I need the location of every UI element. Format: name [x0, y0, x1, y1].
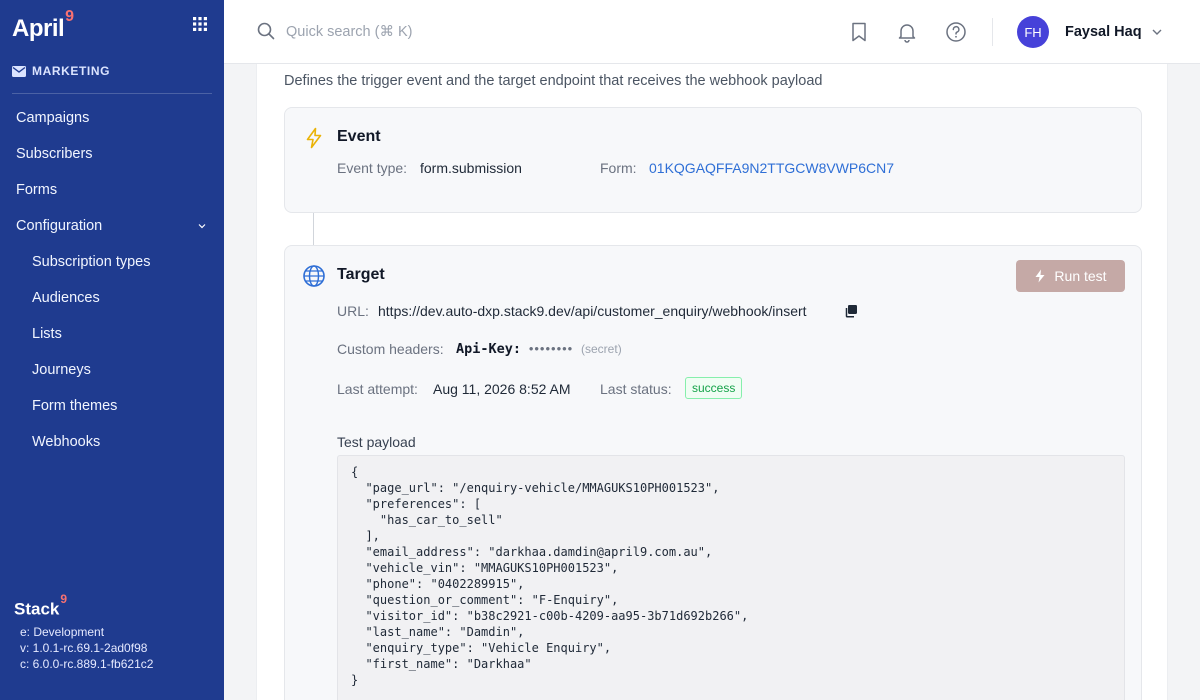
sidebar-item-label: Forms	[16, 182, 58, 198]
event-type-label: Event type:	[337, 160, 408, 176]
sidebar-item-configuration[interactable]: Configuration	[0, 208, 224, 244]
target-title: Target	[337, 266, 385, 283]
url-value: https://dev.auto-dxp.stack9.dev/api/cust…	[378, 303, 807, 319]
quick-search-input[interactable]	[286, 20, 586, 44]
sidebar-item-subscription-types[interactable]: Subscription types	[0, 244, 224, 280]
footer-logo-text: Stack	[14, 599, 60, 619]
top-bar: FH Faysal Haq	[224, 0, 1200, 64]
sidebar-item-label: Audiences	[32, 290, 100, 306]
footer-logo-mark: 9	[60, 592, 68, 606]
topbar-divider	[992, 18, 993, 46]
copy-icon[interactable]	[844, 304, 858, 318]
sidebar-item-campaigns[interactable]: Campaigns	[0, 100, 224, 136]
status-badge: success	[685, 377, 743, 399]
flow-connector	[313, 213, 314, 245]
bell-icon[interactable]	[896, 21, 918, 43]
header-masked-value: ••••••••	[528, 341, 574, 356]
apps-grid-icon[interactable]	[192, 16, 208, 32]
sidebar-item-subscribers[interactable]: Subscribers	[0, 136, 224, 172]
test-payload-code: { "page_url": "/enquiry-vehicle/MMAGUKS1…	[337, 455, 1125, 700]
footer-version: v: 1.0.1-rc.69.1-2ad0f98	[20, 641, 148, 655]
sidebar-item-label: Form themes	[32, 398, 118, 414]
footer-logo: Stack9	[14, 592, 67, 620]
envelope-icon	[12, 65, 26, 77]
test-payload-label: Test payload	[337, 434, 416, 450]
main-panel: Defines the trigger event and the target…	[256, 64, 1168, 700]
user-name[interactable]: Faysal Haq	[1065, 24, 1142, 40]
event-type-value: form.submission	[420, 160, 522, 176]
custom-header-entry: Api-Key: •••••••• (secret)	[456, 340, 622, 357]
sidebar-divider	[12, 93, 212, 94]
last-attempt-value: Aug 11, 2026 8:52 AM	[433, 381, 571, 397]
footer-env: e: Development	[20, 625, 105, 639]
app-logo-mark: 9	[65, 8, 74, 25]
url-label: URL:	[337, 303, 369, 319]
chevron-down-icon[interactable]	[1151, 26, 1163, 38]
user-avatar[interactable]: FH	[1017, 16, 1049, 48]
section-description: Defines the trigger event and the target…	[284, 73, 823, 89]
custom-headers-label: Custom headers:	[337, 341, 444, 357]
sidebar-item-forms[interactable]: Forms	[0, 172, 224, 208]
sidebar-item-label: Lists	[32, 326, 62, 342]
lightning-icon	[306, 127, 322, 149]
bookmark-icon[interactable]	[848, 21, 870, 43]
form-label: Form:	[600, 160, 637, 176]
run-test-label: Run test	[1054, 268, 1107, 284]
sidebar-item-label: Subscribers	[16, 146, 93, 162]
chevron-down-icon	[198, 224, 206, 229]
header-secret-tag: (secret)	[581, 342, 622, 356]
app-logo[interactable]: April9	[12, 8, 74, 43]
lightning-icon	[1035, 269, 1045, 283]
event-title: Event	[337, 128, 381, 145]
sidebar-nav: Campaigns Subscribers Forms Configuratio…	[0, 100, 224, 460]
form-id-link[interactable]: 01KQGAQFFA9N2TTGCW8VWP6CN7	[649, 160, 894, 176]
sidebar-item-webhooks[interactable]: Webhooks	[0, 424, 224, 460]
sidebar-section-label: MARKETING	[32, 64, 111, 78]
event-card: Event Event type: form.submission Form: …	[284, 107, 1142, 213]
sidebar-item-label: Subscription types	[32, 254, 151, 270]
last-attempt-label: Last attempt:	[337, 381, 418, 397]
app-logo-text: April	[12, 15, 65, 42]
sidebar-item-journeys[interactable]: Journeys	[0, 352, 224, 388]
sidebar-item-label: Journeys	[32, 362, 91, 378]
target-card: Target Run test URL: https://dev.auto-dx…	[284, 245, 1142, 700]
sidebar-item-lists[interactable]: Lists	[0, 316, 224, 352]
sidebar-section-title: MARKETING	[12, 64, 110, 78]
sidebar-item-audiences[interactable]: Audiences	[0, 280, 224, 316]
globe-icon	[303, 265, 325, 287]
search-icon	[257, 22, 275, 40]
sidebar-item-form-themes[interactable]: Form themes	[0, 388, 224, 424]
footer-core-version: c: 6.0.0-rc.889.1-fb621c2	[20, 657, 154, 671]
sidebar-item-label: Configuration	[16, 218, 103, 234]
user-initials: FH	[1024, 24, 1042, 40]
help-icon[interactable]	[945, 21, 967, 43]
header-key: Api-Key:	[456, 341, 522, 357]
last-status-label: Last status:	[600, 381, 672, 397]
sidebar-item-label: Webhooks	[32, 434, 101, 450]
run-test-button[interactable]: Run test	[1016, 260, 1125, 292]
sidebar: April9 MARKETING Campaigns Subscribers F…	[0, 0, 224, 700]
sidebar-item-label: Campaigns	[16, 110, 90, 126]
